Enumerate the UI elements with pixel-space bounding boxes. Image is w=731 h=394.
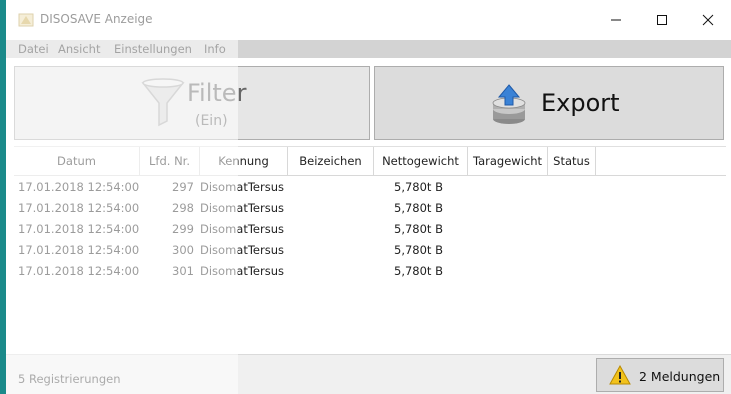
col-kennung[interactable]: Kennung — [200, 147, 288, 176]
app-icon — [18, 12, 34, 28]
messages-button[interactable]: 2 Meldungen — [596, 358, 724, 392]
cell-netto: 5,780t B — [394, 180, 443, 194]
cell-netto: 5,780t B — [394, 264, 443, 278]
export-label: Export — [541, 89, 620, 117]
table-row[interactable]: 17.01.2018 12:54:00 301 DisomatTersus 5,… — [14, 261, 726, 282]
messages-label: 2 Meldungen — [639, 369, 721, 384]
database-upload-icon — [489, 83, 529, 130]
col-nettogewicht[interactable]: Nettogewicht — [374, 147, 468, 176]
table-body: 17.01.2018 12:54:00 297 DisomatTersus 5,… — [14, 177, 726, 347]
cell-kennung: DisomatTersus — [200, 243, 284, 257]
table-row[interactable]: 17.01.2018 12:54:00 299 DisomatTersus 5,… — [14, 219, 726, 240]
menu-einstellungen[interactable]: Einstellungen — [114, 42, 192, 56]
toolbar: Filter (Ein) Export — [6, 58, 731, 140]
cell-nr: 299 — [172, 222, 194, 236]
col-beizeichen[interactable]: Beizeichen — [288, 147, 374, 176]
col-lfd-nr[interactable]: Lfd. Nr. — [140, 147, 200, 176]
export-button[interactable]: Export — [374, 66, 724, 140]
table-row[interactable]: 17.01.2018 12:54:00 300 DisomatTersus 5,… — [14, 240, 726, 261]
app-window: DISOSAVE Anzeige Datei Ansicht Einstellu… — [6, 0, 731, 394]
window-title: DISOSAVE Anzeige — [40, 12, 153, 26]
funnel-icon — [141, 77, 185, 130]
table-header: Datum Lfd. Nr. Kennung Beizeichen Nettog… — [14, 146, 726, 176]
cell-kennung: DisomatTersus — [200, 201, 284, 215]
cell-datum: 17.01.2018 12:54:00 — [18, 180, 140, 194]
col-status[interactable]: Status — [548, 147, 596, 176]
cell-nr: 301 — [172, 264, 194, 278]
close-button[interactable] — [685, 0, 731, 40]
cell-netto: 5,780t B — [394, 222, 443, 236]
status-bar: 5 Registrierungen 2 Meldungen — [6, 354, 731, 394]
cell-netto: 5,780t B — [394, 243, 443, 257]
title-bar[interactable]: DISOSAVE Anzeige — [6, 0, 731, 40]
cell-datum: 17.01.2018 12:54:00 — [18, 222, 140, 236]
menu-ansicht[interactable]: Ansicht — [58, 42, 100, 56]
cell-datum: 17.01.2018 12:54:00 — [18, 264, 140, 278]
cell-kennung: DisomatTersus — [200, 180, 284, 194]
menu-info[interactable]: Info — [204, 42, 226, 56]
menu-datei[interactable]: Datei — [18, 42, 49, 56]
col-datum[interactable]: Datum — [14, 147, 140, 176]
table-row[interactable]: 17.01.2018 12:54:00 298 DisomatTersus 5,… — [14, 198, 726, 219]
table-row[interactable]: 17.01.2018 12:54:00 297 DisomatTersus 5,… — [14, 177, 726, 198]
minimize-button[interactable] — [593, 0, 639, 40]
filter-button[interactable]: Filter (Ein) — [14, 66, 370, 140]
maximize-button[interactable] — [639, 0, 685, 40]
cell-nr: 300 — [172, 243, 194, 257]
cell-datum: 17.01.2018 12:54:00 — [18, 243, 140, 257]
cell-kennung: DisomatTersus — [200, 264, 284, 278]
cell-kennung: DisomatTersus — [200, 222, 284, 236]
filter-label: Filter — [187, 79, 247, 107]
cell-datum: 17.01.2018 12:54:00 — [18, 201, 140, 215]
cell-nr: 297 — [172, 180, 194, 194]
cell-netto: 5,780t B — [394, 201, 443, 215]
registrations-count: 5 Registrierungen — [18, 372, 121, 386]
warning-icon — [609, 364, 631, 388]
menu-bar: Datei Ansicht Einstellungen Info — [6, 40, 731, 58]
cell-nr: 298 — [172, 201, 194, 215]
col-taragewicht[interactable]: Taragewicht — [468, 147, 548, 176]
filter-sublabel: (Ein) — [195, 113, 228, 129]
